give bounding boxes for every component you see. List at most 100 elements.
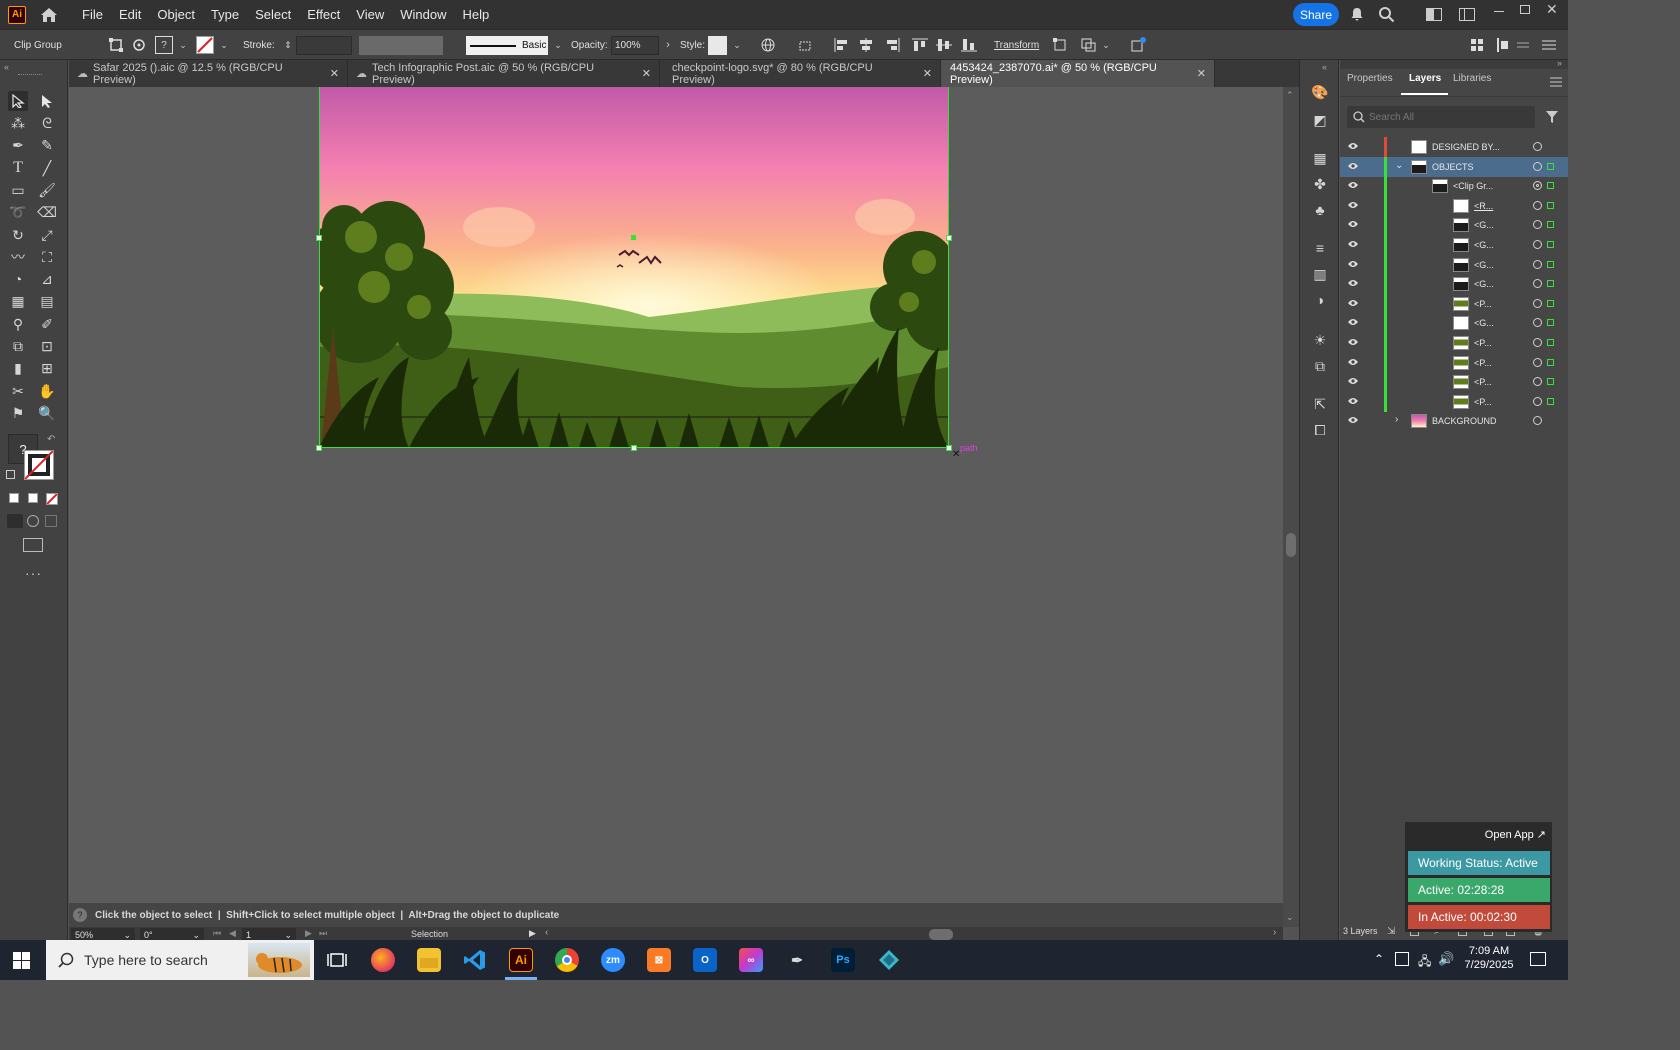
layer-row[interactable]: › BACKGROUND <box>1340 411 1568 431</box>
opacity-input[interactable]: 100% <box>611 36 659 55</box>
layer-row[interactable]: DESIGNED BY... <box>1340 137 1568 157</box>
chevron-down-icon[interactable]: ⌄ <box>215 36 233 54</box>
align-to-icon[interactable] <box>797 36 815 54</box>
align-bottom-icon[interactable] <box>960 36 978 54</box>
filter-icon[interactable] <box>1545 110 1559 124</box>
stroke-none-swatch[interactable] <box>196 36 214 54</box>
target-circle-icon[interactable] <box>1533 161 1542 171</box>
target-circle-icon[interactable] <box>1533 220 1542 230</box>
bell-icon[interactable] <box>1349 6 1365 22</box>
align-left-icon[interactable] <box>833 36 851 54</box>
chevron-down-icon[interactable]: ⌄ <box>549 36 567 54</box>
selection-indicator[interactable] <box>1547 299 1554 307</box>
menu-window[interactable]: Window <box>392 0 454 29</box>
brushes-icon[interactable]: ✤ <box>1310 174 1330 194</box>
layer-name[interactable]: <P... <box>1474 397 1492 407</box>
visibility-eye-icon[interactable] <box>1347 239 1359 249</box>
search-icon[interactable] <box>1378 6 1395 23</box>
visibility-eye-icon[interactable] <box>1347 180 1359 190</box>
document-tab-active[interactable]: 4453424_2387070.ai* @ 50 % (RGB/CPU Prev… <box>941 60 1215 87</box>
resize-handle[interactable] <box>316 235 322 241</box>
chevron-down-icon[interactable]: ⌄ <box>174 36 192 54</box>
menu-file[interactable]: File <box>74 0 111 29</box>
document-tab[interactable]: ☁ Tech Infographic Post.aic @ 50 % (RGB/… <box>348 60 660 87</box>
outlook-icon[interactable]: O <box>693 948 717 972</box>
target-circle-icon[interactable] <box>1533 377 1542 387</box>
type-tool-icon[interactable]: T <box>8 158 28 178</box>
windows-start-icon[interactable] <box>13 952 30 969</box>
swatches-icon[interactable]: ▦ <box>1310 148 1330 168</box>
chevron-down-icon[interactable]: ⌄ <box>728 36 746 54</box>
close-tab-icon[interactable]: ✕ <box>1197 67 1206 80</box>
target-circle-icon[interactable] <box>1533 200 1542 210</box>
target-circle-icon[interactable] <box>1533 298 1542 308</box>
chevron-right-icon[interactable]: › <box>659 36 677 54</box>
arrange-documents-icon[interactable] <box>1426 8 1442 21</box>
selection-indicator[interactable] <box>1547 260 1554 268</box>
layer-name[interactable]: <G... <box>1474 220 1494 230</box>
target-circle-icon[interactable] <box>1533 142 1542 151</box>
tab-properties[interactable]: Properties <box>1347 73 1393 84</box>
layer-row[interactable]: ›<G... <box>1340 274 1568 295</box>
tab-layers[interactable]: Layers <box>1409 73 1441 84</box>
visibility-eye-icon[interactable] <box>1347 337 1359 347</box>
network-icon[interactable]: 🖧 <box>1418 952 1431 973</box>
appearance-icon[interactable]: ☀ <box>1310 330 1330 350</box>
show-hidden-icons[interactable]: ⌃ <box>1374 952 1384 966</box>
screen-mode-icon[interactable] <box>23 538 43 552</box>
layer-row[interactable]: ›<G... <box>1340 215 1568 236</box>
collapse-icon[interactable]: « <box>4 62 9 72</box>
layer-name[interactable]: <R... <box>1474 201 1493 211</box>
perspective-grid-tool-icon[interactable]: ⊿ <box>37 269 57 289</box>
scroll-left-icon[interactable]: ‹ <box>545 927 548 938</box>
recolor-artwork-icon[interactable] <box>1129 36 1147 54</box>
photoshop-icon[interactable]: Ps <box>831 948 855 972</box>
menu-type[interactable]: Type <box>203 0 247 29</box>
firefox-icon[interactable] <box>371 948 395 972</box>
layer-name[interactable]: <G... <box>1474 240 1494 250</box>
target-circle-icon[interactable] <box>1533 181 1542 191</box>
artboards-panel-icon[interactable]: ⧠ <box>1310 420 1330 440</box>
blend-tool-icon[interactable]: ⧉ <box>8 336 28 356</box>
chrome-icon[interactable] <box>555 948 579 972</box>
close-tab-icon[interactable]: ✕ <box>642 67 651 80</box>
brush-definition[interactable]: Basic <box>466 36 548 55</box>
selection-indicator[interactable] <box>1547 162 1554 170</box>
layer-name[interactable]: <G... <box>1474 279 1494 289</box>
target-circle-icon[interactable] <box>1533 357 1542 367</box>
layer-name[interactable]: DESIGNED BY... <box>1432 142 1500 152</box>
stroke-panel-icon[interactable]: ≡ <box>1310 238 1330 258</box>
share-button[interactable]: Share <box>1293 3 1339 26</box>
fill-unknown-icon[interactable]: ? <box>155 36 173 54</box>
selection-indicator[interactable] <box>1547 201 1554 209</box>
stroke-stepper-icon[interactable]: ⇕ <box>279 36 297 54</box>
shape-mode-icon[interactable] <box>1080 36 1098 54</box>
swap-fill-stroke-icon[interactable]: ↶ <box>47 434 55 445</box>
mesh-tool-icon[interactable]: ▦ <box>8 291 28 311</box>
menu-effect[interactable]: Effect <box>299 0 348 29</box>
magic-wand-tool-icon[interactable]: ⁂ <box>8 113 28 133</box>
status-mode[interactable]: Selection <box>411 929 448 939</box>
selection-bounding-box[interactable] <box>319 87 949 448</box>
layer-row[interactable]: ›<G... <box>1340 254 1568 275</box>
selection-indicator[interactable] <box>1547 339 1554 346</box>
color-guide-icon[interactable]: ◩ <box>1310 110 1330 130</box>
draw-inside-icon[interactable] <box>45 515 57 527</box>
layer-row[interactable]: <R... <box>1340 195 1568 216</box>
resize-handle[interactable] <box>631 445 637 451</box>
visibility-eye-icon[interactable] <box>1347 161 1359 171</box>
previous-artboard-icon[interactable]: ◀ <box>229 928 236 939</box>
stroke-weight-input[interactable] <box>296 36 352 55</box>
symbol-sprayer-tool-icon[interactable]: ⊡ <box>37 336 57 356</box>
line-tool-icon[interactable]: ╱ <box>37 158 57 178</box>
shaper-tool-icon[interactable]: ➰ <box>8 202 28 222</box>
menu-edit[interactable]: Edit <box>111 0 149 29</box>
transform-link[interactable]: Transform <box>994 30 1039 60</box>
close-tab-icon[interactable]: ✕ <box>330 67 339 80</box>
globe-icon[interactable] <box>759 36 777 54</box>
hamburger-menu-icon[interactable] <box>1540 36 1558 54</box>
layer-row[interactable]: <P... <box>1340 352 1568 373</box>
warp-tool-icon[interactable]: 〰 <box>8 247 28 267</box>
target-circle-icon[interactable] <box>1533 318 1542 328</box>
selection-indicator[interactable] <box>1547 319 1554 327</box>
